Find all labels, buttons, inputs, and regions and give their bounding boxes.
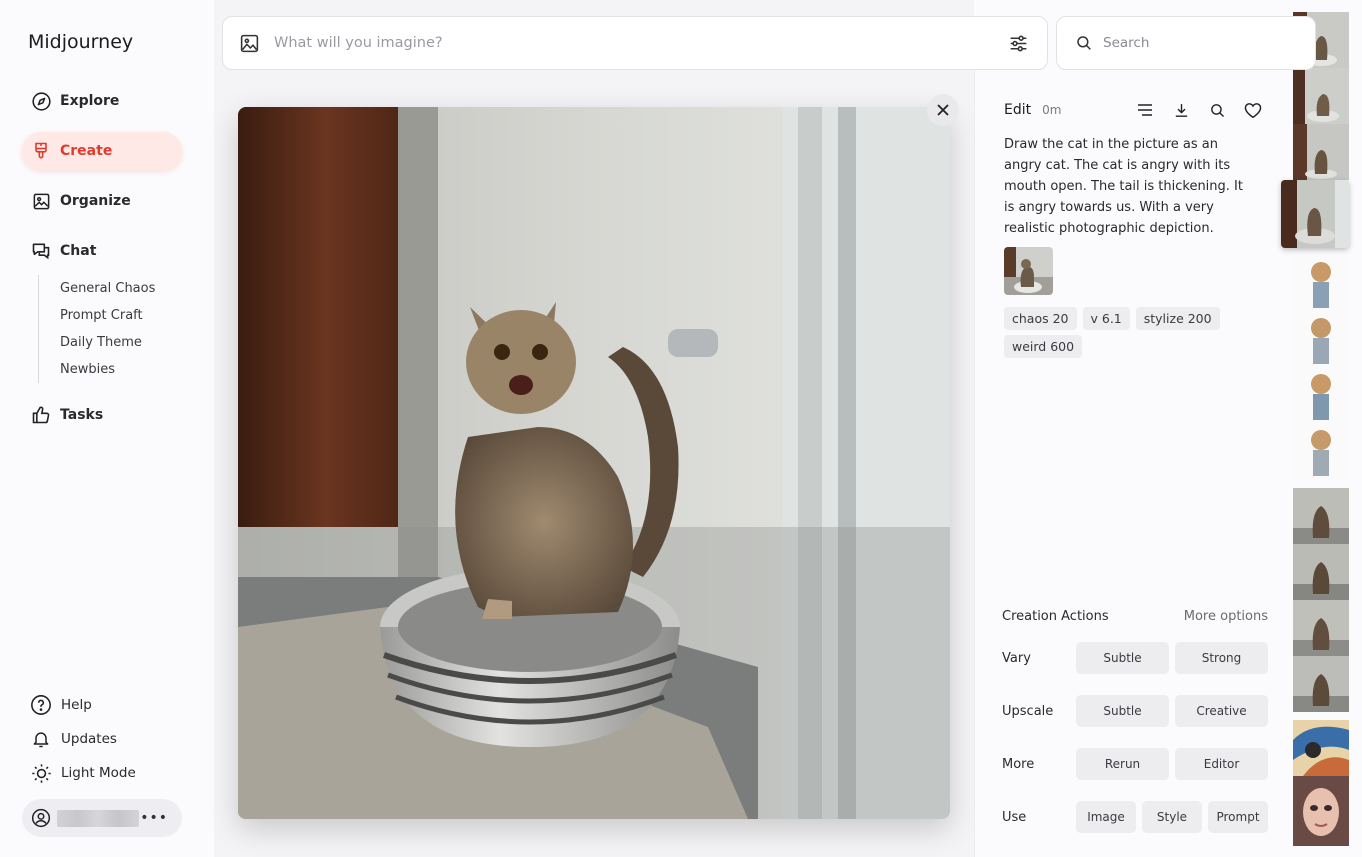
compass-icon bbox=[30, 90, 52, 112]
settings-sliders-icon[interactable] bbox=[1008, 33, 1029, 54]
history-thumb[interactable] bbox=[1293, 256, 1349, 312]
history-thumb[interactable] bbox=[1293, 600, 1349, 656]
creation-actions-title: Creation Actions bbox=[1002, 609, 1109, 624]
upscale-subtle-button[interactable]: Subtle bbox=[1076, 695, 1169, 727]
nav-tasks[interactable]: Tasks bbox=[22, 396, 182, 434]
main-area: What will you imagine? bbox=[214, 0, 1048, 857]
reference-image-thumb[interactable] bbox=[1004, 247, 1053, 295]
chat-channel-newbies[interactable]: Newbies bbox=[60, 356, 155, 383]
nav-organize[interactable]: Organize bbox=[22, 182, 182, 220]
user-account[interactable]: ••• bbox=[22, 799, 182, 837]
app-logo[interactable]: Midjourney bbox=[28, 31, 133, 53]
rerun-button[interactable]: Rerun bbox=[1076, 748, 1169, 780]
user-avatar-icon bbox=[31, 808, 51, 828]
updates-link[interactable]: Updates bbox=[30, 728, 117, 750]
close-icon bbox=[936, 103, 950, 117]
bell-icon bbox=[30, 728, 52, 750]
vary-subtle-button[interactable]: Subtle bbox=[1076, 642, 1169, 674]
image-icon bbox=[30, 190, 52, 212]
chat-channel-prompt-craft[interactable]: Prompt Craft bbox=[60, 302, 155, 329]
prompt-bar[interactable]: What will you imagine? bbox=[222, 16, 1048, 70]
use-image-button[interactable]: Image bbox=[1076, 801, 1136, 833]
vary-row: Vary Subtle Strong bbox=[1002, 642, 1268, 674]
download-icon[interactable] bbox=[1171, 100, 1191, 120]
prompt-input[interactable]: What will you imagine? bbox=[274, 35, 1008, 51]
nav-organize-label: Organize bbox=[60, 193, 131, 209]
sidebar: Midjourney Explore Create Organize Chat … bbox=[0, 0, 214, 857]
history-thumb[interactable] bbox=[1293, 124, 1349, 180]
help-icon bbox=[30, 694, 52, 716]
nav-chat[interactable]: Chat bbox=[22, 232, 182, 270]
generated-image[interactable] bbox=[238, 107, 950, 819]
nav-explore-label: Explore bbox=[60, 93, 120, 109]
search-image-icon[interactable] bbox=[1207, 100, 1227, 120]
timestamp: 0m bbox=[1042, 103, 1062, 117]
use-style-button[interactable]: Style bbox=[1142, 801, 1202, 833]
upscale-creative-button[interactable]: Creative bbox=[1175, 695, 1268, 727]
history-thumb[interactable] bbox=[1293, 368, 1349, 424]
username-redacted bbox=[57, 809, 139, 827]
vary-label: Vary bbox=[1002, 650, 1031, 666]
param-version[interactable]: v 6.1 bbox=[1082, 307, 1130, 330]
use-label: Use bbox=[1002, 809, 1027, 825]
prompt-text: Draw the cat in the picture as an angry … bbox=[1004, 137, 1243, 236]
help-label: Help bbox=[61, 697, 92, 713]
nav-explore[interactable]: Explore bbox=[22, 82, 182, 120]
chat-channel-daily-theme[interactable]: Daily Theme bbox=[60, 329, 155, 356]
history-thumb[interactable] bbox=[1293, 776, 1349, 846]
history-thumbnail-strip bbox=[1280, 0, 1362, 857]
params-list: chaos 20 v 6.1 stylize 200 weird 600 bbox=[1004, 307, 1254, 358]
upscale-label: Upscale bbox=[1002, 703, 1054, 719]
param-stylize[interactable]: stylize 200 bbox=[1135, 307, 1220, 330]
history-thumb[interactable] bbox=[1293, 656, 1349, 712]
history-thumb[interactable] bbox=[1293, 424, 1349, 480]
upscale-row: Upscale Subtle Creative bbox=[1002, 695, 1268, 727]
more-row: More Rerun Editor bbox=[1002, 748, 1268, 780]
vary-strong-button[interactable]: Strong bbox=[1175, 642, 1268, 674]
param-weird[interactable]: weird 600 bbox=[1004, 335, 1083, 358]
more-options-icon[interactable]: ••• bbox=[140, 810, 168, 826]
search-icon bbox=[1075, 34, 1093, 52]
chat-channel-general-chaos[interactable]: General Chaos bbox=[60, 275, 155, 302]
history-thumb[interactable] bbox=[1293, 720, 1349, 776]
edit-button[interactable]: Edit bbox=[1004, 102, 1031, 118]
lines-icon[interactable] bbox=[1135, 100, 1155, 120]
history-thumb[interactable] bbox=[1293, 544, 1349, 600]
brush-icon bbox=[30, 140, 52, 162]
help-link[interactable]: Help bbox=[30, 694, 92, 716]
chat-icon bbox=[30, 240, 52, 262]
search-box[interactable] bbox=[1056, 16, 1316, 70]
nav-create[interactable]: Create bbox=[22, 132, 182, 170]
history-thumb[interactable] bbox=[1293, 68, 1349, 124]
details-toolbar bbox=[1135, 100, 1263, 120]
updates-label: Updates bbox=[61, 731, 117, 747]
use-prompt-button[interactable]: Prompt bbox=[1208, 801, 1268, 833]
light-mode-label: Light Mode bbox=[61, 765, 136, 781]
more-label: More bbox=[1002, 756, 1035, 772]
thumbs-up-icon bbox=[30, 404, 52, 426]
heart-icon[interactable] bbox=[1243, 100, 1263, 120]
image-upload-icon[interactable] bbox=[239, 33, 260, 54]
details-header: Edit 0m bbox=[1004, 102, 1061, 118]
use-row: Use Image Style Prompt bbox=[1002, 801, 1268, 833]
more-options-link[interactable]: More options bbox=[1184, 609, 1268, 624]
chat-channel-list: General Chaos Prompt Craft Daily Theme N… bbox=[38, 275, 155, 383]
details-panel: Edit 0m Draw the cat in the picture as a… bbox=[974, 70, 1280, 857]
nav-chat-label: Chat bbox=[60, 243, 97, 259]
close-button[interactable] bbox=[927, 94, 959, 126]
history-thumb[interactable] bbox=[1293, 312, 1349, 368]
search-input[interactable] bbox=[1103, 35, 1283, 51]
light-mode-toggle[interactable]: Light Mode bbox=[30, 762, 136, 784]
nav-create-label: Create bbox=[60, 143, 113, 159]
cat-image bbox=[238, 107, 950, 819]
editor-button[interactable]: Editor bbox=[1175, 748, 1268, 780]
history-thumb[interactable] bbox=[1293, 488, 1349, 544]
creation-actions-header: Creation Actions More options bbox=[1002, 609, 1268, 624]
param-chaos[interactable]: chaos 20 bbox=[1004, 307, 1077, 330]
history-thumb-selected[interactable] bbox=[1281, 180, 1349, 248]
sun-icon bbox=[30, 762, 52, 784]
nav-tasks-label: Tasks bbox=[60, 407, 104, 423]
